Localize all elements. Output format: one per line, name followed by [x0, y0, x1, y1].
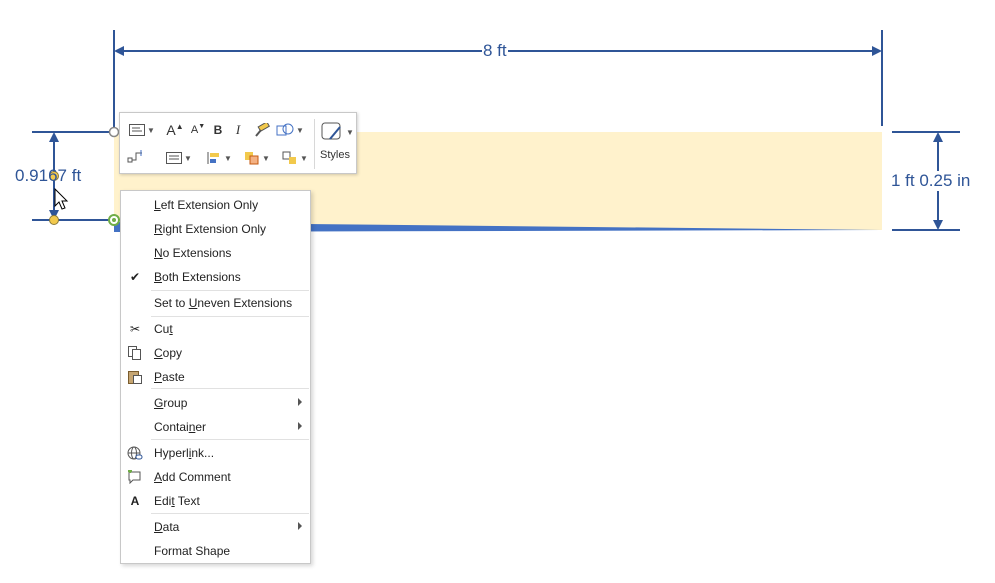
menu-item-left-extension-only[interactable]: Left Extension Only — [121, 193, 310, 217]
increase-font-size-icon[interactable]: A ▲ — [165, 120, 185, 140]
text-box-glyph — [129, 124, 146, 136]
menu-item-label: Container — [154, 420, 207, 434]
chevron-down-icon: ▼ — [147, 125, 155, 135]
menu-item-hyperlink[interactable]: Hyperlink... — [121, 441, 310, 465]
styles-label: Styles — [320, 149, 350, 161]
shape-change-icon[interactable]: ▼ — [275, 120, 305, 140]
mouse-cursor-icon — [54, 187, 69, 210]
text-align-icon[interactable]: ▼ — [162, 148, 196, 168]
send-back-glyph — [282, 151, 297, 164]
bring-front-icon[interactable]: ▼ — [240, 148, 274, 168]
menu-separator — [151, 513, 309, 514]
connector-glyph — [127, 150, 142, 163]
format-painter-glyph — [255, 123, 270, 137]
scissors-icon: ✂ — [129, 322, 141, 336]
comment-icon — [126, 469, 144, 485]
shapes-glyph — [276, 123, 294, 136]
menu-item-label: Format Shape — [154, 544, 231, 558]
bring-front-glyph — [245, 152, 259, 165]
styles-button[interactable]: ▼ — [320, 119, 354, 145]
left-arrow-up — [49, 132, 59, 142]
edit-text-icon: A — [130, 494, 140, 508]
menu-item-copy[interactable]: Copy — [121, 341, 310, 365]
selection-handle-top[interactable] — [108, 126, 120, 138]
left-dimension-label: 0.9167 ft — [15, 166, 82, 185]
menu-item-add-comment[interactable]: Add Comment — [121, 465, 310, 489]
submenu-arrow-icon — [298, 422, 302, 430]
arrowhead-left — [114, 46, 124, 56]
paste-icon — [126, 369, 144, 385]
menu-item-paste[interactable]: Paste — [121, 365, 310, 389]
menu-item-set-uneven-extensions[interactable]: Set to Uneven Extensions — [121, 291, 310, 315]
position-icon[interactable]: ▼ — [202, 148, 236, 168]
menu-item-label: Set to Uneven Extensions — [154, 296, 293, 310]
chevron-down-icon: ▼ — [296, 125, 304, 135]
menu-item-right-extension-only[interactable]: Right Extension Only — [121, 217, 310, 241]
menu-separator — [151, 439, 309, 440]
chevron-down-icon: ▼ — [346, 127, 354, 137]
menu-item-container[interactable]: Container — [121, 415, 310, 439]
right-dimension-label: 1 ft 0.25 in — [890, 171, 972, 191]
menu-item-label: Paste — [154, 370, 185, 384]
chevron-down-icon: ▼ — [300, 153, 308, 163]
menu-item-label: No Extensions — [154, 246, 232, 260]
checkmark-icon: ✔ — [129, 270, 141, 284]
menu-separator — [151, 388, 309, 389]
italic-button[interactable]: I — [230, 120, 246, 140]
bold-button[interactable]: B — [210, 120, 226, 140]
hyperlink-icon — [126, 445, 144, 461]
copy-icon — [126, 345, 144, 361]
menu-item-label: Data — [154, 520, 180, 534]
menu-item-label: Copy — [154, 346, 183, 360]
menu-item-data[interactable]: Data — [121, 515, 310, 539]
right-arrow-up — [933, 132, 943, 142]
menu-item-label: Group — [154, 396, 188, 410]
menu-item-group[interactable]: Group — [121, 391, 310, 415]
menu-item-edit-text[interactable]: A Edit Text — [121, 489, 310, 513]
decrease-font-size-icon[interactable]: A ▼ — [188, 120, 208, 140]
chevron-down-icon: ▼ — [262, 153, 270, 163]
context-menu: Left Extension Only Right Extension Only… — [120, 190, 311, 564]
submenu-arrow-icon — [298, 398, 302, 406]
menu-item-no-extensions[interactable]: No Extensions — [121, 241, 310, 265]
text-box-icon[interactable]: ▼ — [125, 120, 159, 140]
right-arrow-down — [933, 220, 943, 230]
glue-handle-dot — [112, 218, 116, 222]
submenu-arrow-icon — [298, 522, 302, 530]
send-back-icon[interactable]: ▼ — [278, 148, 312, 168]
menu-item-label: Edit Text — [154, 494, 200, 508]
menu-item-format-shape[interactable]: Format Shape — [121, 539, 310, 563]
chevron-down-icon: ▼ — [224, 153, 232, 163]
menu-item-label: Cut — [154, 322, 173, 336]
menu-item-label: Right Extension Only — [154, 222, 267, 236]
menu-item-label: Both Extensions — [154, 270, 241, 284]
horizontal-dimension-label: 8 ft — [482, 41, 508, 61]
styles-glyph — [321, 122, 341, 140]
control-handle-yellow-lower[interactable] — [49, 215, 59, 225]
menu-item-both-extensions[interactable]: ✔ Both Extensions — [121, 265, 310, 289]
toolbar-separator — [314, 119, 315, 169]
mini-toolbar: ▼ A ▲ A ▼ B I ▼ ▼ ▼ ▼ ▼ ▼ Styles — [119, 112, 357, 174]
menu-item-cut[interactable]: ✂ Cut — [121, 317, 310, 341]
menu-item-label: Add Comment — [154, 470, 231, 484]
arrowhead-right — [872, 46, 882, 56]
menu-item-label: Left Extension Only — [154, 198, 259, 212]
chevron-down-icon: ▼ — [184, 153, 192, 163]
menu-item-label: Hyperlink... — [154, 446, 215, 460]
position-glyph — [207, 152, 220, 164]
text-align-glyph — [166, 152, 183, 164]
connector-icon[interactable] — [125, 146, 147, 166]
format-painter-icon[interactable] — [252, 120, 272, 140]
